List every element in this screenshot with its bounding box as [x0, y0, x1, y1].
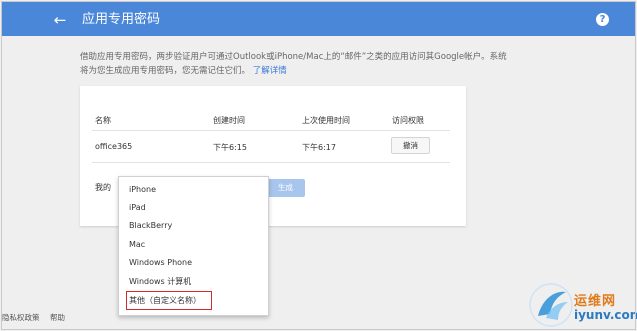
option-mac[interactable]: Mac	[119, 236, 268, 253]
row-created-time: 下午6:15	[213, 143, 247, 152]
column-header-access: 访问权限	[392, 116, 424, 125]
generator-label: 我的	[95, 183, 111, 192]
page-title: 应用专用密码	[82, 12, 161, 27]
option-windows-computer[interactable]: Windows 计算机	[119, 273, 268, 290]
row-divider	[92, 162, 450, 163]
column-header-name: 名称	[95, 116, 111, 125]
help-icon[interactable]: ?	[596, 13, 609, 26]
header-divider	[92, 130, 450, 131]
option-blackberry[interactable]: BlackBerry	[119, 217, 268, 234]
back-arrow-icon[interactable]: ←	[49, 10, 71, 30]
option-iphone[interactable]: iPhone	[119, 181, 268, 198]
watermark-domain: iyunv.com	[574, 308, 637, 322]
option-other-custom[interactable]: 其他（自定义名称）	[119, 292, 268, 309]
top-app-bar: ← 应用专用密码 ?	[2, 2, 635, 36]
watermark-name: 运维网	[574, 294, 617, 309]
help-link[interactable]: 帮助	[50, 312, 65, 323]
intro-description: 借助应用专用密码，两步验证用户可通过Outlook或iPhone/Mac上的“邮…	[80, 52, 507, 76]
intro-text: 借助应用专用密码，两步验证用户可通过Outlook或iPhone/Mac上的“邮…	[80, 50, 510, 78]
option-ipad[interactable]: iPad	[119, 199, 268, 216]
column-header-created: 创建时间	[213, 116, 245, 125]
learn-more-link[interactable]: 了解详情	[253, 66, 287, 76]
option-windows-phone[interactable]: Windows Phone	[119, 254, 268, 271]
watermark-logo-icon	[529, 283, 573, 327]
row-last-used-time: 下午6:17	[302, 143, 336, 152]
privacy-policy-link[interactable]: 隐私权政策	[2, 312, 40, 323]
generate-button[interactable]: 生成	[266, 179, 305, 197]
revoke-button[interactable]: 撤消	[391, 137, 430, 154]
row-app-name: office365	[95, 142, 133, 151]
device-dropdown-menu: iPhone iPad BlackBerry Mac Windows Phone…	[118, 176, 269, 316]
column-header-last-used: 上次使用时间	[302, 116, 350, 125]
